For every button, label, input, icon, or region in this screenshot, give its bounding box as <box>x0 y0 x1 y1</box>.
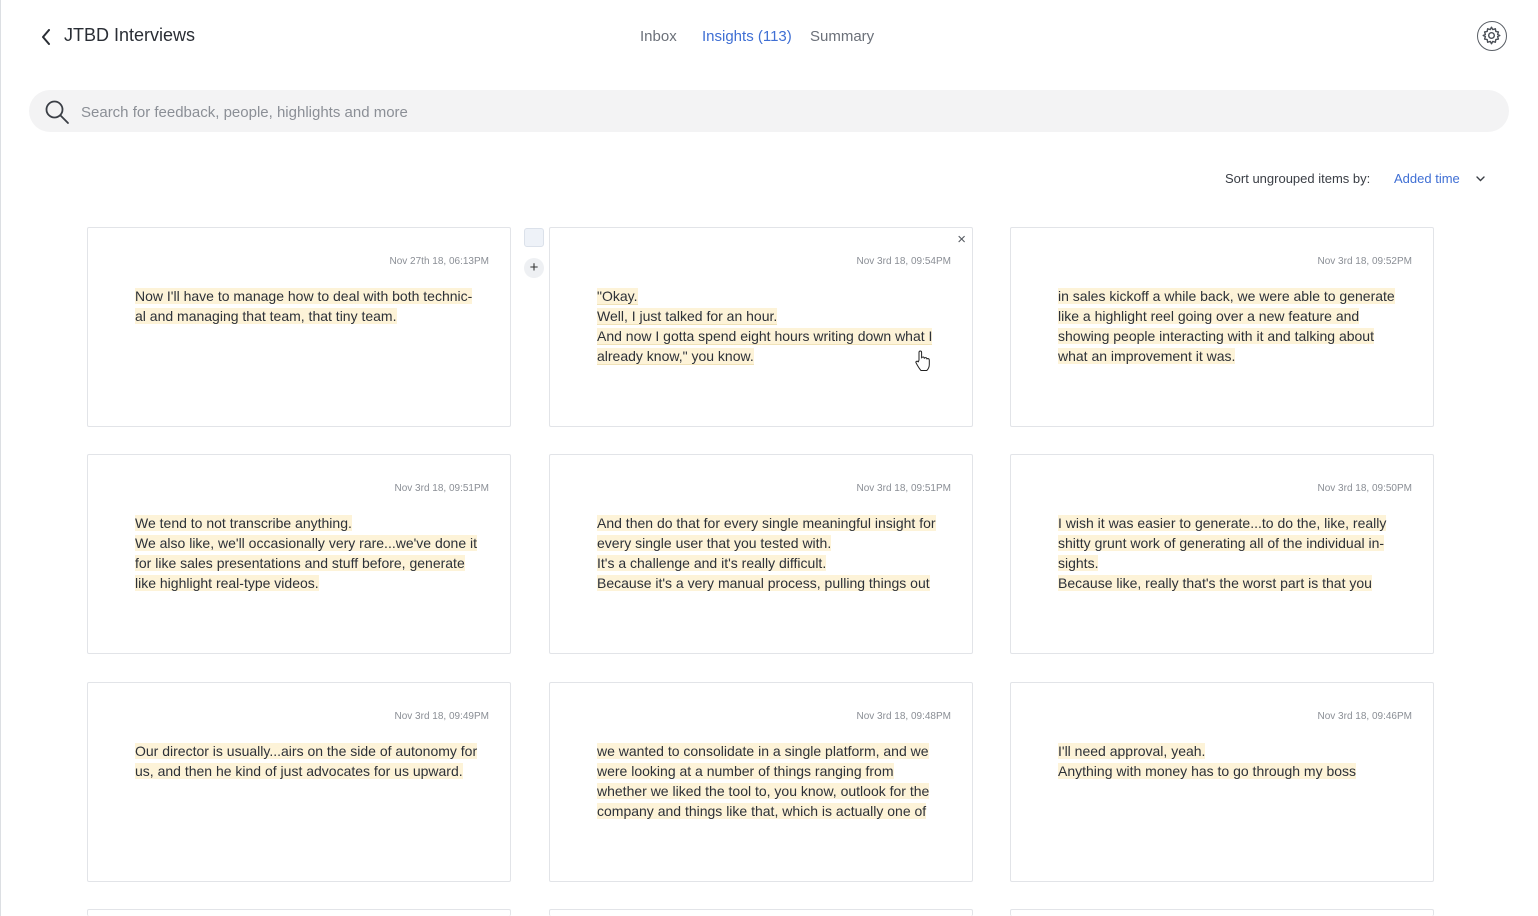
card-highlight-text: we wanted to consolidate in a single pla… <box>597 743 930 819</box>
insight-card[interactable]: × Nov 3rd 18, 09:54PM "Okay. Well, I jus… <box>549 227 973 427</box>
search-bar <box>29 90 1509 134</box>
sort-dropdown[interactable]: Added time <box>1394 171 1460 186</box>
hand-cursor-icon <box>915 350 930 371</box>
insight-card[interactable]: Nov 3rd 18, 09:50PM I wish it was easier… <box>1010 454 1434 654</box>
insight-card[interactable]: Nov 3rd 18, 09:52PM in sales kickoff a w… <box>1010 227 1434 427</box>
card-timestamp: Nov 27th 18, 06:13PM <box>389 256 489 267</box>
chevron-down-icon[interactable] <box>1476 176 1485 182</box>
card-highlight-text: And then do that for every single meanin… <box>597 515 936 591</box>
search-input[interactable] <box>79 90 1483 134</box>
card-timestamp: Nov 3rd 18, 09:46PM <box>1317 711 1413 722</box>
card-timestamp: Nov 3rd 18, 09:52PM <box>1317 256 1413 267</box>
sort-label: Sort ungrouped items by: <box>1225 171 1371 186</box>
card-highlight-text: in sales kickoff a while back, we were a… <box>1058 288 1395 364</box>
tab-insights[interactable]: Insights (113) <box>702 28 792 45</box>
insight-card[interactable]: Nov 3rd 18, 09:48PM we wanted to consoli… <box>549 682 973 882</box>
add-to-group-button[interactable]: + <box>524 258 544 278</box>
tab-summary[interactable]: Summary <box>810 28 874 45</box>
settings-button[interactable] <box>1477 21 1507 51</box>
card-select-checkbox[interactable] <box>524 228 544 247</box>
close-icon[interactable]: × <box>957 231 966 248</box>
card-highlight-text: "Okay. Well, I just talked for an hour. … <box>597 288 933 365</box>
insight-card[interactable]: Nov 3rd 18, 09:49PM Our director is usua… <box>87 682 511 882</box>
card-timestamp: Nov 3rd 18, 09:51PM <box>394 483 490 494</box>
project-title: JTBD Interviews <box>64 25 196 45</box>
insight-card[interactable] <box>1010 909 1434 916</box>
insight-card[interactable]: Nov 3rd 18, 09:51PM We tend to not trans… <box>87 454 511 654</box>
card-highlight-text: I wish it was easier to generate...to do… <box>1058 515 1387 591</box>
chevron-left-icon <box>42 29 50 45</box>
card-timestamp: Nov 3rd 18, 09:54PM <box>856 256 952 267</box>
card-timestamp: Nov 3rd 18, 09:50PM <box>1317 483 1413 494</box>
insight-card[interactable] <box>549 909 973 916</box>
insight-card[interactable]: Nov 3rd 18, 09:46PM I'll need approval, … <box>1010 682 1434 882</box>
insight-card[interactable]: Nov 3rd 18, 09:51PM And then do that for… <box>549 454 973 654</box>
back-button[interactable] <box>34 24 58 50</box>
card-timestamp: Nov 3rd 18, 09:48PM <box>856 711 952 722</box>
top-bar: JTBD Interviews Inbox Insights (113) Sum… <box>0 0 1538 74</box>
card-highlight-text: Our director is usually...airs on the si… <box>135 743 478 779</box>
search-icon <box>45 100 69 124</box>
tab-inbox[interactable]: Inbox <box>640 28 677 45</box>
card-timestamp: Nov 3rd 18, 09:49PM <box>394 711 490 722</box>
insight-card[interactable]: Nov 27th 18, 06:13PM Now I'll have to ma… <box>87 227 511 427</box>
card-highlight-text: We tend to not transcribe anything. We a… <box>135 515 478 591</box>
card-timestamp: Nov 3rd 18, 09:51PM <box>856 483 952 494</box>
card-highlight-text: I'll need approval, yeah. Anything with … <box>1058 743 1357 779</box>
gear-icon <box>1482 26 1501 45</box>
card-highlight-text: Now I'll have to manage how to deal with… <box>135 288 473 324</box>
window-left-border <box>0 0 1 916</box>
insight-card[interactable] <box>87 909 511 916</box>
